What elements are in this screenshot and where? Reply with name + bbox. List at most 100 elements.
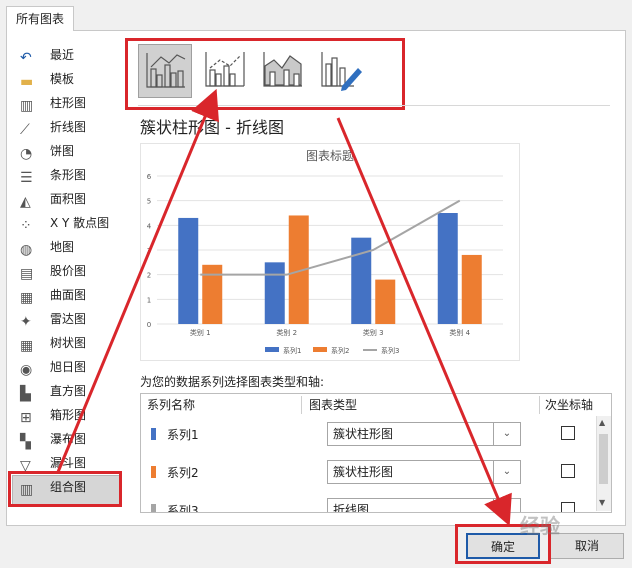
- column-chart-icon: ▥: [20, 98, 34, 114]
- chevron-down-icon[interactable]: ⌄: [493, 461, 520, 483]
- legend-label: 系列3: [381, 346, 399, 355]
- bar-系列1: [437, 213, 458, 324]
- combo-chart-icon: ▥: [20, 482, 34, 498]
- y-tick-label: 1: [147, 296, 151, 304]
- histogram-chart-icon: ▙: [20, 386, 31, 402]
- chart-type-value: 折线图: [333, 503, 370, 513]
- sidebar-item-column-chart[interactable]: ▥ 柱形图: [20, 92, 86, 114]
- scrollbar-thumb[interactable]: [599, 434, 608, 484]
- y-tick-label: 2: [147, 272, 151, 280]
- sidebar-item-label: 条形图: [50, 168, 87, 182]
- watermark-text: 经验: [520, 514, 560, 538]
- legend-swatch: [313, 347, 327, 352]
- chart-type-select[interactable]: 折线图 ⌄: [327, 498, 521, 513]
- waterfall-chart-icon: ▚: [20, 434, 31, 450]
- series-name: 系列3: [167, 504, 199, 513]
- sidebar-item-label: 旭日图: [50, 360, 87, 374]
- pie-chart-icon: ◔: [20, 146, 33, 162]
- sidebar-item-label: 箱形图: [50, 408, 87, 422]
- sidebar-item-label: 折线图: [50, 120, 87, 134]
- sidebar-item-label: 直方图: [50, 384, 87, 398]
- sidebar-item-label: 组合图: [50, 480, 87, 494]
- category-label: 类别 2: [276, 328, 297, 337]
- series-prompt: 为您的数据系列选择图表类型和轴:: [140, 375, 325, 389]
- series-name: 系列1: [167, 428, 199, 442]
- legend-label: 系列1: [283, 346, 301, 355]
- line-系列3: [200, 199, 461, 276]
- chevron-down-icon[interactable]: ⌄: [493, 423, 520, 445]
- bar-系列1: [178, 217, 199, 324]
- series-grid: 系列名称 图表类型 次坐标轴 系列1 簇状柱形图 ⌄ 系列2 簇状柱形图 ⌄ 系列3 折线图 ⌄…: [140, 393, 612, 513]
- area-chart-icon: ◭: [20, 194, 31, 210]
- line-chart-icon: ⟋: [20, 122, 30, 138]
- y-tick-label: 6: [147, 173, 152, 181]
- sidebar-item-scatter-chart[interactable]: ⁘ X Y 散点图: [20, 212, 109, 234]
- bar-系列2: [375, 279, 396, 324]
- chart-type-select[interactable]: 簇状柱形图 ⌄: [327, 460, 521, 484]
- legend-label: 系列2: [331, 346, 349, 355]
- grid-scrollbar[interactable]: ▲ ▼: [596, 416, 611, 511]
- sidebar-item-funnel-chart[interactable]: ▽ 漏斗图: [20, 452, 86, 474]
- chart-preview: 图表标题 0 1 2 3 4 5 6 类别 1 类别 2 类别 3 类别 4 系列1 系列2 系列3: [140, 143, 520, 361]
- secondary-axis-checkbox[interactable]: [561, 426, 575, 440]
- sidebar-item-treemap-chart[interactable]: ▦ 树状图: [20, 332, 86, 354]
- sidebar-item-folder[interactable]: ▬ 模板: [20, 68, 74, 90]
- sidebar-item-label: 面积图: [50, 192, 87, 206]
- sidebar-item-label: 地图: [50, 240, 75, 254]
- chevron-down-icon[interactable]: ⌄: [493, 499, 520, 512]
- bar-系列1: [264, 262, 285, 324]
- sidebar-item-pie-chart[interactable]: ◔ 饼图: [20, 140, 74, 162]
- sidebar-item-label: 雷达图: [50, 312, 87, 326]
- sunburst-chart-icon: ◉: [20, 362, 33, 378]
- sidebar-item-surface-chart[interactable]: ▦ 曲面图: [20, 284, 86, 306]
- folder-icon: ▬: [20, 74, 34, 90]
- sidebar-item-combo-chart[interactable]: ▥ 组合图: [20, 476, 86, 498]
- combo-chart-svg: 图表标题 0 1 2 3 4 5 6 类别 1 类别 2 类别 3 类别 4 系列1 系列2 系列3: [147, 149, 503, 355]
- sidebar-item-map-chart[interactable]: ◍ 地图: [20, 236, 74, 258]
- chart-type-value: 簇状柱形图: [333, 427, 394, 441]
- sidebar-item-label: 瀑布图: [50, 432, 87, 446]
- bar-系列2: [461, 254, 482, 324]
- scatter-chart-icon: ⁘: [20, 218, 32, 234]
- sidebar-item-label: 柱形图: [50, 96, 87, 110]
- secondary-axis-checkbox[interactable]: [561, 464, 575, 478]
- sidebar-item-line-chart[interactable]: ⟋ 折线图: [20, 116, 86, 138]
- column-divider: [301, 396, 302, 414]
- sidebar-item-box-whisker-chart[interactable]: ⊞ 箱形图: [20, 404, 86, 426]
- column-header-chart-type: 图表类型: [309, 398, 358, 412]
- cancel-button[interactable]: 取消: [550, 533, 624, 559]
- series-color-swatch: [151, 428, 156, 440]
- chart-type-value: 簇状柱形图: [333, 465, 394, 479]
- sidebar-item-bar-chart[interactable]: ☰ 条形图: [20, 164, 86, 186]
- scroll-up-icon[interactable]: ▲: [599, 418, 605, 427]
- column-divider: [539, 396, 540, 414]
- sidebar-item-radar-chart[interactable]: ✦ 雷达图: [20, 308, 86, 330]
- category-label: 类别 3: [363, 328, 384, 337]
- map-chart-icon: ◍: [20, 242, 33, 258]
- sidebar-item-label: 最近: [50, 48, 75, 62]
- series-name: 系列2: [167, 466, 199, 480]
- sidebar-item-area-chart[interactable]: ◭ 面积图: [20, 188, 86, 210]
- sidebar-item-stock-chart[interactable]: ▤ 股价图: [20, 260, 86, 282]
- sidebar-item-label: 树状图: [50, 336, 87, 350]
- treemap-chart-icon: ▦: [20, 338, 34, 354]
- y-tick-label: 3: [147, 247, 151, 255]
- series-color-swatch: [151, 504, 156, 512]
- sidebar-item-label: 模板: [50, 72, 75, 86]
- separator-line: [138, 105, 610, 106]
- sidebar-item-waterfall-chart[interactable]: ▚ 瀑布图: [20, 428, 86, 450]
- chart-type-select[interactable]: 簇状柱形图 ⌄: [327, 422, 521, 446]
- sidebar-item-recent[interactable]: ↶ 最近: [20, 44, 74, 66]
- sidebar-item-histogram-chart[interactable]: ▙ 直方图: [20, 380, 86, 402]
- tab-all-charts[interactable]: 所有图表: [6, 6, 74, 31]
- sidebar-item-label: 饼图: [50, 144, 75, 158]
- y-tick-label: 4: [147, 222, 152, 230]
- recent-icon: ↶: [20, 50, 32, 66]
- column-header-series-name: 系列名称: [147, 398, 196, 412]
- scroll-down-icon[interactable]: ▼: [599, 498, 605, 507]
- sidebar-item-sunburst-chart[interactable]: ◉ 旭日图: [20, 356, 86, 378]
- category-label: 类别 4: [449, 328, 470, 337]
- highlight-box-subtypes: [125, 38, 405, 110]
- secondary-axis-checkbox[interactable]: [561, 502, 575, 512]
- y-tick-label: 5: [147, 198, 151, 206]
